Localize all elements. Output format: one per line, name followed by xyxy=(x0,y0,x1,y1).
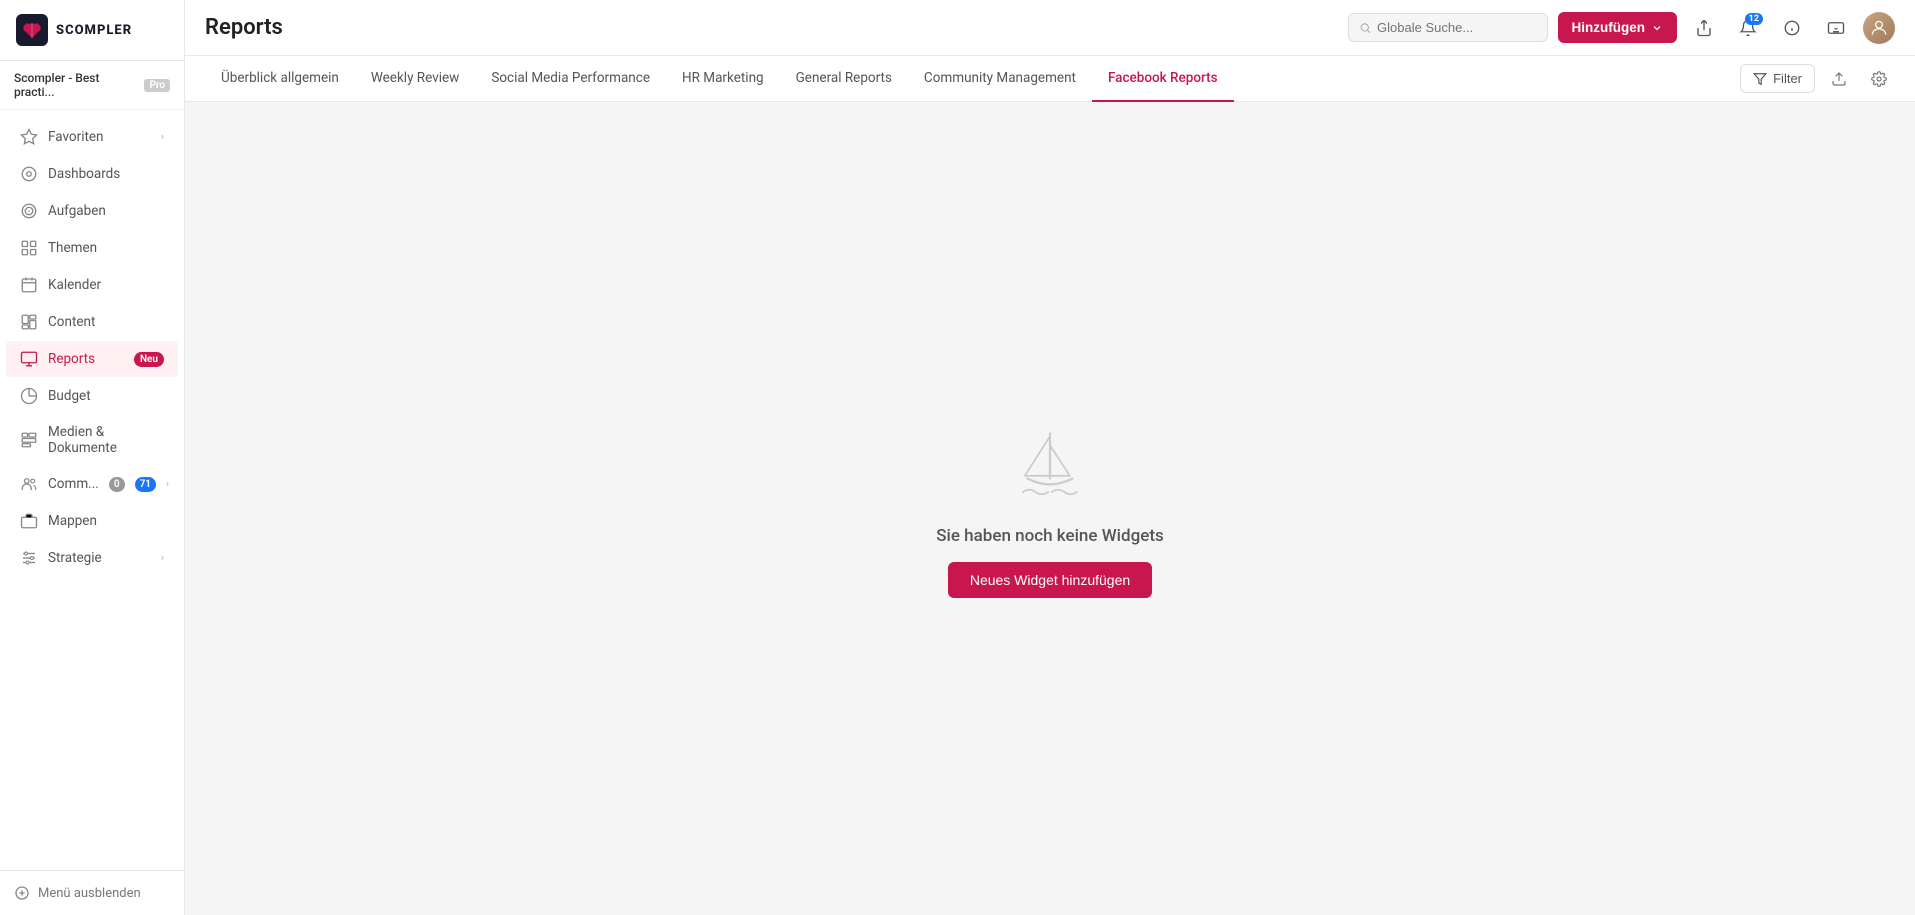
chevron-down-icon xyxy=(1651,22,1663,34)
avatar-icon xyxy=(1869,18,1889,38)
page-title: Reports xyxy=(205,15,1332,40)
file-icon xyxy=(20,431,38,449)
empty-state-title: Sie haben noch keine Widgets xyxy=(936,526,1164,546)
tab-general[interactable]: General Reports xyxy=(780,56,908,102)
notification-button[interactable]: 12 xyxy=(1731,11,1765,45)
sidebar-item-label: Aufgaben xyxy=(48,203,164,219)
sidebar-item-label: Content xyxy=(48,314,164,330)
chevron-right-icon: › xyxy=(161,553,164,564)
circle-icon xyxy=(20,165,38,183)
workspace-name: Scompler - Best practi... xyxy=(14,71,138,99)
monitor-icon xyxy=(20,350,38,368)
notification-count: 12 xyxy=(1745,13,1763,25)
empty-state-icon xyxy=(1005,420,1095,510)
main-content: Reports Hinzufügen 12 xyxy=(185,0,1915,915)
tab-community[interactable]: Community Management xyxy=(908,56,1092,102)
user-avatar[interactable] xyxy=(1863,12,1895,44)
keyboard-button[interactable] xyxy=(1819,11,1853,45)
export-button[interactable] xyxy=(1823,63,1855,95)
sidebar-nav: Favoriten › Dashboards Aufgaben Themen K… xyxy=(0,110,184,870)
grid-icon xyxy=(20,239,38,257)
tab-uberblick[interactable]: Überblick allgemein xyxy=(205,56,355,102)
main-area: Sie haben noch keine Widgets Neues Widge… xyxy=(185,102,1915,915)
tab-facebook[interactable]: Facebook Reports xyxy=(1092,56,1234,102)
filter-button[interactable]: Filter xyxy=(1740,64,1815,93)
sidebar: SCOMPLER Scompler - Best practi... Pro F… xyxy=(0,0,185,915)
pro-badge: Pro xyxy=(144,79,170,92)
sidebar-item-label: Themen xyxy=(48,240,164,256)
search-input[interactable] xyxy=(1377,20,1536,35)
sidebar-item-reports[interactable]: Reports Neu xyxy=(6,341,178,377)
tab-hr[interactable]: HR Marketing xyxy=(666,56,780,102)
sidebar-item-label: Reports xyxy=(48,351,124,367)
sidebar-item-strategie[interactable]: Strategie › xyxy=(6,540,178,576)
sidebar-item-label: Kalender xyxy=(48,277,164,293)
add-button-label: Hinzufügen xyxy=(1572,20,1646,35)
sidebar-item-medien[interactable]: Medien & Dokumente xyxy=(6,415,178,465)
workspace-selector[interactable]: Scompler - Best practi... Pro xyxy=(0,61,184,110)
hide-menu-label: Menü ausblenden xyxy=(38,886,141,901)
new-badge: Neu xyxy=(134,352,164,367)
content-icon xyxy=(20,313,38,331)
sidebar-item-mappen[interactable]: Mappen xyxy=(6,503,178,539)
comm-badge-blue: 71 xyxy=(135,477,156,492)
tab-bar: Überblick allgemein Weekly Review Social… xyxy=(185,56,1915,102)
sliders-icon xyxy=(20,549,38,567)
add-button[interactable]: Hinzufügen xyxy=(1558,12,1678,43)
scompler-logo-icon xyxy=(16,14,48,46)
share-button[interactable] xyxy=(1687,11,1721,45)
logo-text: SCOMPLER xyxy=(56,23,132,38)
tab-weekly[interactable]: Weekly Review xyxy=(355,56,475,102)
circle-plus-icon xyxy=(14,885,30,901)
sidebar-item-budget[interactable]: Budget xyxy=(6,378,178,414)
star-icon xyxy=(20,128,38,146)
sidebar-item-comm[interactable]: Comm... 0 71 › xyxy=(6,466,178,502)
sidebar-item-label: Comm... xyxy=(48,476,99,492)
pie-icon xyxy=(20,387,38,405)
target-icon xyxy=(20,202,38,220)
tab-bar-actions: Filter xyxy=(1740,63,1895,95)
add-widget-button[interactable]: Neues Widget hinzufügen xyxy=(948,562,1152,598)
chevron-right-icon: › xyxy=(166,479,169,490)
keyboard-icon xyxy=(1827,19,1845,37)
sidebar-item-label: Mappen xyxy=(48,513,164,529)
sidebar-item-label: Medien & Dokumente xyxy=(48,424,164,456)
sidebar-item-themen[interactable]: Themen xyxy=(6,230,178,266)
sidebar-item-label: Favoriten xyxy=(48,129,151,145)
sidebar-item-aufgaben[interactable]: Aufgaben xyxy=(6,193,178,229)
header-actions: Hinzufügen 12 xyxy=(1348,11,1896,45)
top-header: Reports Hinzufügen 12 xyxy=(185,0,1915,56)
global-search-box[interactable] xyxy=(1348,13,1548,42)
settings-icon xyxy=(1871,71,1887,87)
sidebar-item-label: Strategie xyxy=(48,550,151,566)
share-icon xyxy=(1695,19,1713,37)
hide-menu-button[interactable]: Menü ausblenden xyxy=(0,870,184,915)
export-icon xyxy=(1831,71,1847,87)
empty-state: Sie haben noch keine Widgets Neues Widge… xyxy=(936,420,1164,598)
sidebar-item-kalender[interactable]: Kalender xyxy=(6,267,178,303)
sidebar-item-dashboards[interactable]: Dashboards xyxy=(6,156,178,192)
tab-social[interactable]: Social Media Performance xyxy=(475,56,666,102)
sidebar-item-content[interactable]: Content xyxy=(6,304,178,340)
info-icon xyxy=(1783,19,1801,37)
settings-button[interactable] xyxy=(1863,63,1895,95)
sidebar-item-favoriten[interactable]: Favoriten › xyxy=(6,119,178,155)
filter-label: Filter xyxy=(1773,71,1802,86)
info-button[interactable] xyxy=(1775,11,1809,45)
comm-badge-gray: 0 xyxy=(109,477,125,492)
briefcase-icon xyxy=(20,512,38,530)
sidebar-item-label: Dashboards xyxy=(48,166,164,182)
users-icon xyxy=(20,475,38,493)
calendar-icon xyxy=(20,276,38,294)
sidebar-item-label: Budget xyxy=(48,388,164,404)
search-icon xyxy=(1359,21,1372,35)
chevron-right-icon: › xyxy=(161,132,164,143)
sidebar-logo: SCOMPLER xyxy=(0,0,184,61)
filter-icon xyxy=(1753,72,1767,86)
